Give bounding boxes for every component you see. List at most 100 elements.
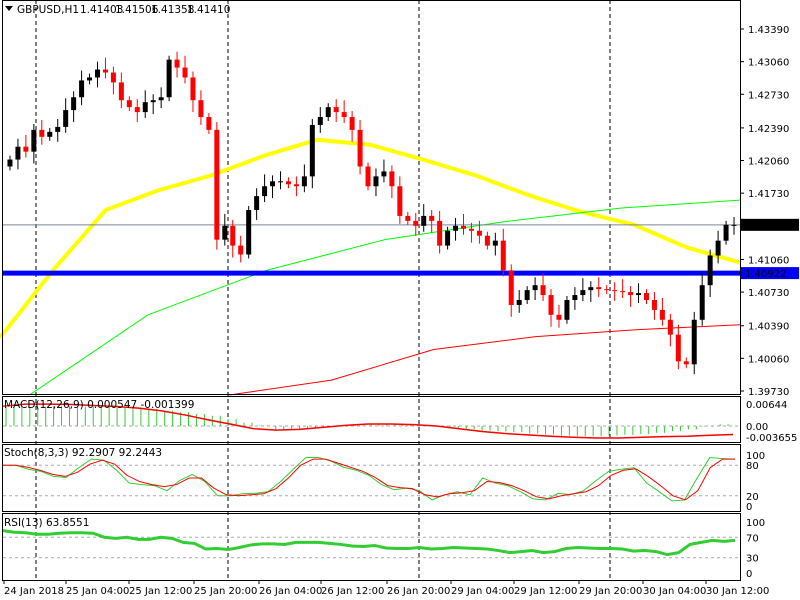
x-tick-label: 30 Jan 12:00 xyxy=(706,586,769,597)
bear-candle xyxy=(23,146,29,152)
bear-candle xyxy=(357,129,363,167)
osc-tick-label: 80 xyxy=(746,461,759,472)
bull-candle xyxy=(270,181,276,187)
bear-candle xyxy=(651,300,657,310)
bear-candle xyxy=(198,100,204,118)
bear-candle xyxy=(644,293,649,301)
bear-candle xyxy=(182,67,188,78)
bear-candle xyxy=(110,72,116,83)
stochastic-panel[interactable] xyxy=(3,457,740,502)
bull-candle xyxy=(532,285,538,291)
bull-candle xyxy=(524,290,530,301)
bull-candle xyxy=(317,117,323,125)
bull-candle xyxy=(723,224,729,241)
bear-candle xyxy=(540,285,546,296)
price-panel[interactable] xyxy=(0,51,741,396)
x-tick-label: 26 Jan 20:00 xyxy=(387,586,450,597)
bull-candle xyxy=(222,225,228,240)
y-tick-label: 1.40390 xyxy=(748,322,789,333)
rsi-panel[interactable] xyxy=(2,529,740,559)
bear-candle xyxy=(508,270,514,305)
bear-candle xyxy=(468,228,474,231)
bear-candle xyxy=(190,77,196,101)
bull-candle xyxy=(79,80,85,98)
stoch-title: Stoch(8,3,3) 92.2907 92.2443 xyxy=(4,447,162,459)
y-tick-label: 1.39730 xyxy=(748,387,789,398)
bull-candle xyxy=(381,171,387,177)
y-tick-label: 1.43060 xyxy=(748,58,789,69)
macd-tick-label: 0.00644 xyxy=(746,400,787,411)
bear-candle xyxy=(405,215,411,221)
x-tick-label: 29 Jan 04:00 xyxy=(451,586,514,597)
bear-candle xyxy=(333,107,339,113)
bear-candle xyxy=(341,112,347,118)
bull-candle xyxy=(87,77,93,81)
bull-candle xyxy=(7,159,13,167)
bear-candle xyxy=(683,361,689,365)
bear-candle xyxy=(365,166,371,187)
y-tick-label: 1.40730 xyxy=(748,288,789,299)
bear-candle xyxy=(134,107,140,113)
bull-candle xyxy=(47,131,53,137)
bull-candle xyxy=(373,176,379,187)
bear-candle xyxy=(126,100,132,108)
bear-candle xyxy=(596,287,602,290)
bull-candle xyxy=(492,240,498,246)
bear-candle xyxy=(675,334,681,362)
chart-header: GBPUSD,H1 1.41403 1.41506 1.41358 1.4141… xyxy=(5,4,230,16)
y-tick-label: 1.41060 xyxy=(748,255,789,266)
bull-candle xyxy=(421,215,427,226)
bear-candle xyxy=(500,240,506,271)
collapse-triangle-icon[interactable] xyxy=(5,6,13,11)
bear-candle xyxy=(429,215,435,221)
bull-candle xyxy=(55,126,61,132)
bull-candle xyxy=(254,196,260,210)
y-tick-label: 1.41730 xyxy=(748,189,789,200)
osc-tick-label: 0 xyxy=(746,502,752,513)
bear-candle xyxy=(174,59,180,68)
osc-tick-label: 30 xyxy=(746,554,759,565)
bear-candle xyxy=(437,220,443,246)
bear-candle xyxy=(349,117,355,130)
bull-candle xyxy=(15,146,21,160)
bear-candle xyxy=(39,129,45,137)
bull-candle xyxy=(262,186,268,197)
x-tick-label: 25 Jan 04:00 xyxy=(66,586,129,597)
bear-candle xyxy=(612,290,618,292)
macd-tick-label: 0.00 xyxy=(746,422,768,433)
bear-candle xyxy=(628,292,634,296)
bull-candle xyxy=(691,319,697,365)
bear-candle xyxy=(556,314,562,320)
bear-candle xyxy=(548,295,554,315)
y-tick-label: 1.40060 xyxy=(748,354,789,365)
x-tick-label: 24 Jan 2018 xyxy=(4,586,64,597)
bull-candle xyxy=(142,102,148,113)
bull-candle xyxy=(95,69,100,78)
bull-candle xyxy=(564,300,570,320)
trading-chart[interactable]: 1.43390 1.43060 1.42730 1.42390 1.42060 1.417… xyxy=(0,0,800,600)
macd-title: MACD(12,26,9) 0.000547 -0.001399 xyxy=(4,399,194,411)
bull-candle xyxy=(31,129,37,152)
x-tick-label: 26 Jan 04:00 xyxy=(259,586,322,597)
moving-average-line xyxy=(29,199,741,396)
bull-candle xyxy=(278,181,283,183)
bull-candle xyxy=(246,210,252,255)
x-tick-label: 30 Jan 04:00 xyxy=(643,586,706,597)
y-tick-label: 1.42730 xyxy=(748,90,789,101)
bull-candle xyxy=(572,295,578,301)
bull-candle xyxy=(309,124,315,177)
bear-candle xyxy=(206,117,212,130)
x-tick-label: 25 Jan 12:00 xyxy=(129,586,192,597)
bear-candle xyxy=(118,82,124,101)
osc-tick-label: 70 xyxy=(746,533,759,544)
bull-candle xyxy=(636,293,642,296)
bear-candle xyxy=(620,291,626,293)
x-tick-label: 25 Jan 20:00 xyxy=(194,586,257,597)
y-tick-label: 1.42060 xyxy=(748,157,789,168)
moving-average-line xyxy=(229,324,741,396)
bull-candle xyxy=(699,285,705,320)
bull-candle xyxy=(453,225,459,231)
x-tick-label: 29 Jan 20:00 xyxy=(579,586,642,597)
rsi-title: RSI(13) 63.8551 xyxy=(4,517,89,529)
bull-candle xyxy=(715,240,721,256)
